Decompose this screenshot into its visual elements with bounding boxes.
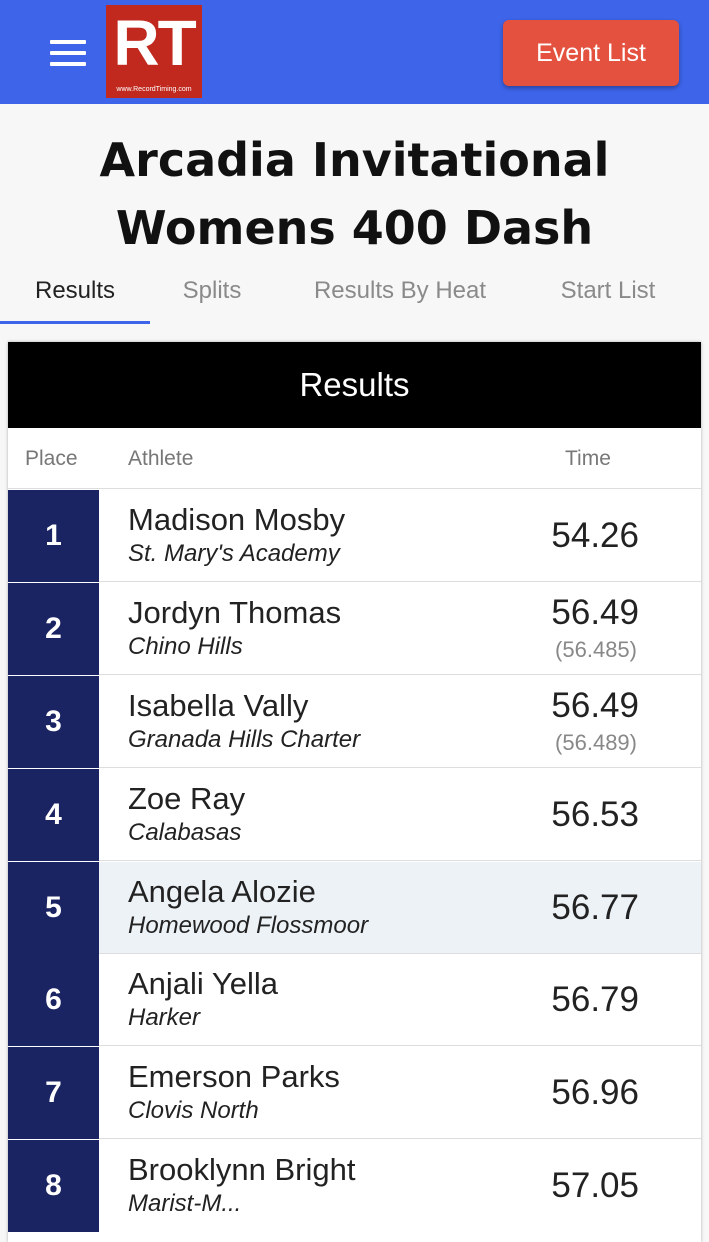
results-heading: Results [8, 342, 701, 428]
page-title-line-1: Arcadia Invitational [99, 133, 610, 187]
place-cell: 6 [8, 954, 99, 1046]
result-row[interactable]: 2 Jordyn Thomas Chino Hills 56.49 (56.48… [8, 583, 701, 675]
active-tab-indicator [0, 321, 150, 324]
result-row[interactable]: 1 Madison Mosby St. Mary's Academy 54.26 [8, 490, 701, 582]
place-cell: 8 [8, 1140, 99, 1232]
team-name: Harker [128, 1004, 201, 1031]
athlete-name: Emerson Parks [128, 1059, 340, 1094]
result-row[interactable]: 5 Angela Alozie Homewood Flossmoor 56.77 [8, 862, 701, 954]
event-list-button[interactable]: Event List [503, 20, 679, 86]
result-row[interactable]: 4 Zoe Ray Calabasas 56.53 [8, 769, 701, 861]
result-time: 56.49 [551, 686, 639, 725]
result-time: 54.26 [551, 516, 639, 555]
top-app-bar: RT www.RecordTiming.com Event List [0, 0, 709, 104]
result-row[interactable]: 6 Anjali Yella Harker 56.79 [8, 954, 701, 1046]
column-header-time: Time [565, 447, 611, 470]
athlete-name: Zoe Ray [128, 781, 246, 816]
row-divider [99, 1045, 701, 1046]
team-name: Granada Hills Charter [128, 726, 361, 753]
place-cell: 2 [8, 583, 99, 675]
team-name: Marist-M... [128, 1190, 242, 1217]
team-name: Homewood Flossmoor [128, 912, 369, 939]
athlete-name: Anjali Yella [128, 966, 278, 1001]
tab-splits[interactable]: Splits [150, 262, 274, 322]
athlete-name: Jordyn Thomas [128, 595, 342, 630]
result-row[interactable]: 8 Brooklynn Bright Marist-M... 57.05 [8, 1140, 701, 1232]
athlete-name: Madison Mosby [128, 502, 346, 537]
place-cell: 5 [8, 862, 99, 954]
column-header-place: Place [25, 447, 78, 470]
row-divider [99, 581, 701, 582]
page-title: Arcadia Invitational Womens 400 Dash [0, 126, 709, 262]
place-cell: 7 [8, 1047, 99, 1139]
tab-bar: Results Splits Results By Heat Start Lis… [0, 262, 709, 324]
athlete-name: Brooklynn Bright [128, 1152, 356, 1187]
team-name: Calabasas [128, 819, 242, 846]
precise-time: (56.485) [555, 637, 637, 662]
column-header-athlete: Athlete [128, 447, 194, 470]
result-time: 56.79 [551, 980, 639, 1019]
row-divider [99, 1138, 701, 1139]
record-timing-logo[interactable]: RT www.RecordTiming.com [106, 5, 202, 98]
place-cell: 3 [8, 676, 99, 768]
result-time: 56.96 [551, 1073, 639, 1112]
menu-icon[interactable] [50, 40, 86, 66]
team-name: Clovis North [128, 1097, 259, 1124]
result-row[interactable]: 7 Emerson Parks Clovis North 56.96 [8, 1047, 701, 1139]
team-name: Chino Hills [128, 633, 243, 660]
row-divider [99, 767, 701, 768]
team-name: St. Mary's Academy [128, 540, 340, 567]
place-cell: 1 [8, 490, 99, 582]
result-time: 56.53 [551, 795, 639, 834]
row-divider [99, 674, 701, 675]
tab-results[interactable]: Results [0, 262, 150, 322]
tab-results-by-heat[interactable]: Results By Heat [290, 262, 510, 322]
result-time: 57.05 [551, 1166, 639, 1205]
athlete-name: Isabella Vally [128, 688, 309, 723]
logo-letters: RT [113, 7, 196, 79]
result-row[interactable]: 3 Isabella Vally Granada Hills Charter 5… [8, 676, 701, 768]
logo-url: www.RecordTiming.com [116, 86, 192, 93]
page-title-line-2: Womens 400 Dash [115, 201, 594, 255]
tab-start-list[interactable]: Start List [530, 262, 686, 322]
result-time: 56.77 [551, 888, 639, 927]
precise-time: (56.489) [555, 730, 637, 755]
athlete-name: Angela Alozie [128, 874, 316, 909]
header-divider [8, 488, 701, 489]
place-cell: 4 [8, 769, 99, 861]
row-divider [99, 860, 701, 861]
results-card: Results Place Athlete Time 1 Madison Mos… [8, 342, 701, 1242]
result-time: 56.49 [551, 593, 639, 632]
